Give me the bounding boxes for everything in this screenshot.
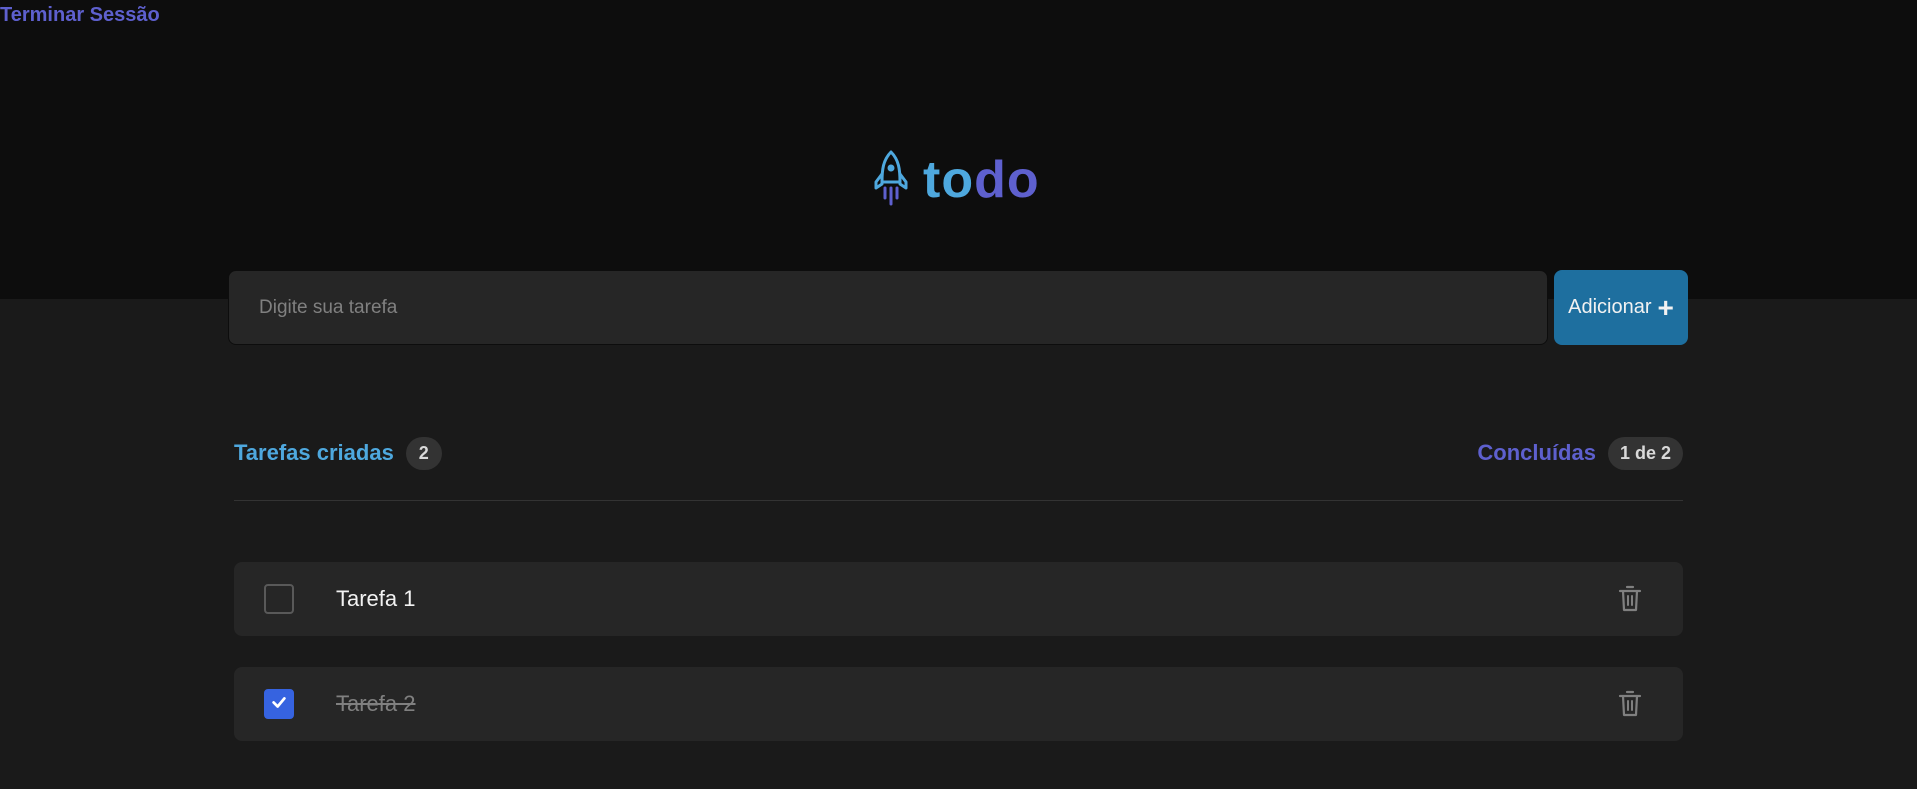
app-logo: todo [871, 150, 1040, 210]
task-checkbox[interactable] [264, 584, 294, 614]
logo-text: todo [923, 154, 1040, 206]
created-count-badge: 2 [405, 436, 442, 470]
task-input[interactable] [228, 270, 1548, 345]
trash-icon[interactable] [1615, 582, 1645, 616]
task-item: Tarefa 2 [234, 667, 1683, 741]
logo-text-do: do [974, 151, 1040, 209]
add-task-button[interactable]: Adicionar + [1554, 270, 1688, 345]
created-label: Tarefas criadas [234, 440, 394, 465]
divider [234, 500, 1683, 501]
created-counter: Tarefas criadas 2 [234, 435, 442, 471]
task-checkbox[interactable] [264, 689, 294, 719]
trash-icon[interactable] [1615, 687, 1645, 721]
plus-icon: + [1657, 291, 1674, 323]
logo-text-to: to [923, 151, 975, 209]
task-label: Tarefa 2 [336, 691, 416, 716]
logout-link[interactable]: Terminar Sessão [0, 4, 160, 27]
task-label: Tarefa 1 [336, 586, 416, 611]
rocket-icon [871, 148, 911, 213]
done-counter: Concluídas 1 de 2 [1477, 435, 1683, 471]
task-item: Tarefa 1 [234, 562, 1683, 636]
done-label: Concluídas [1477, 440, 1596, 465]
done-count-badge: 1 de 2 [1607, 436, 1683, 470]
checkmark-icon [270, 693, 288, 716]
add-task-label: Adicionar [1568, 296, 1652, 318]
